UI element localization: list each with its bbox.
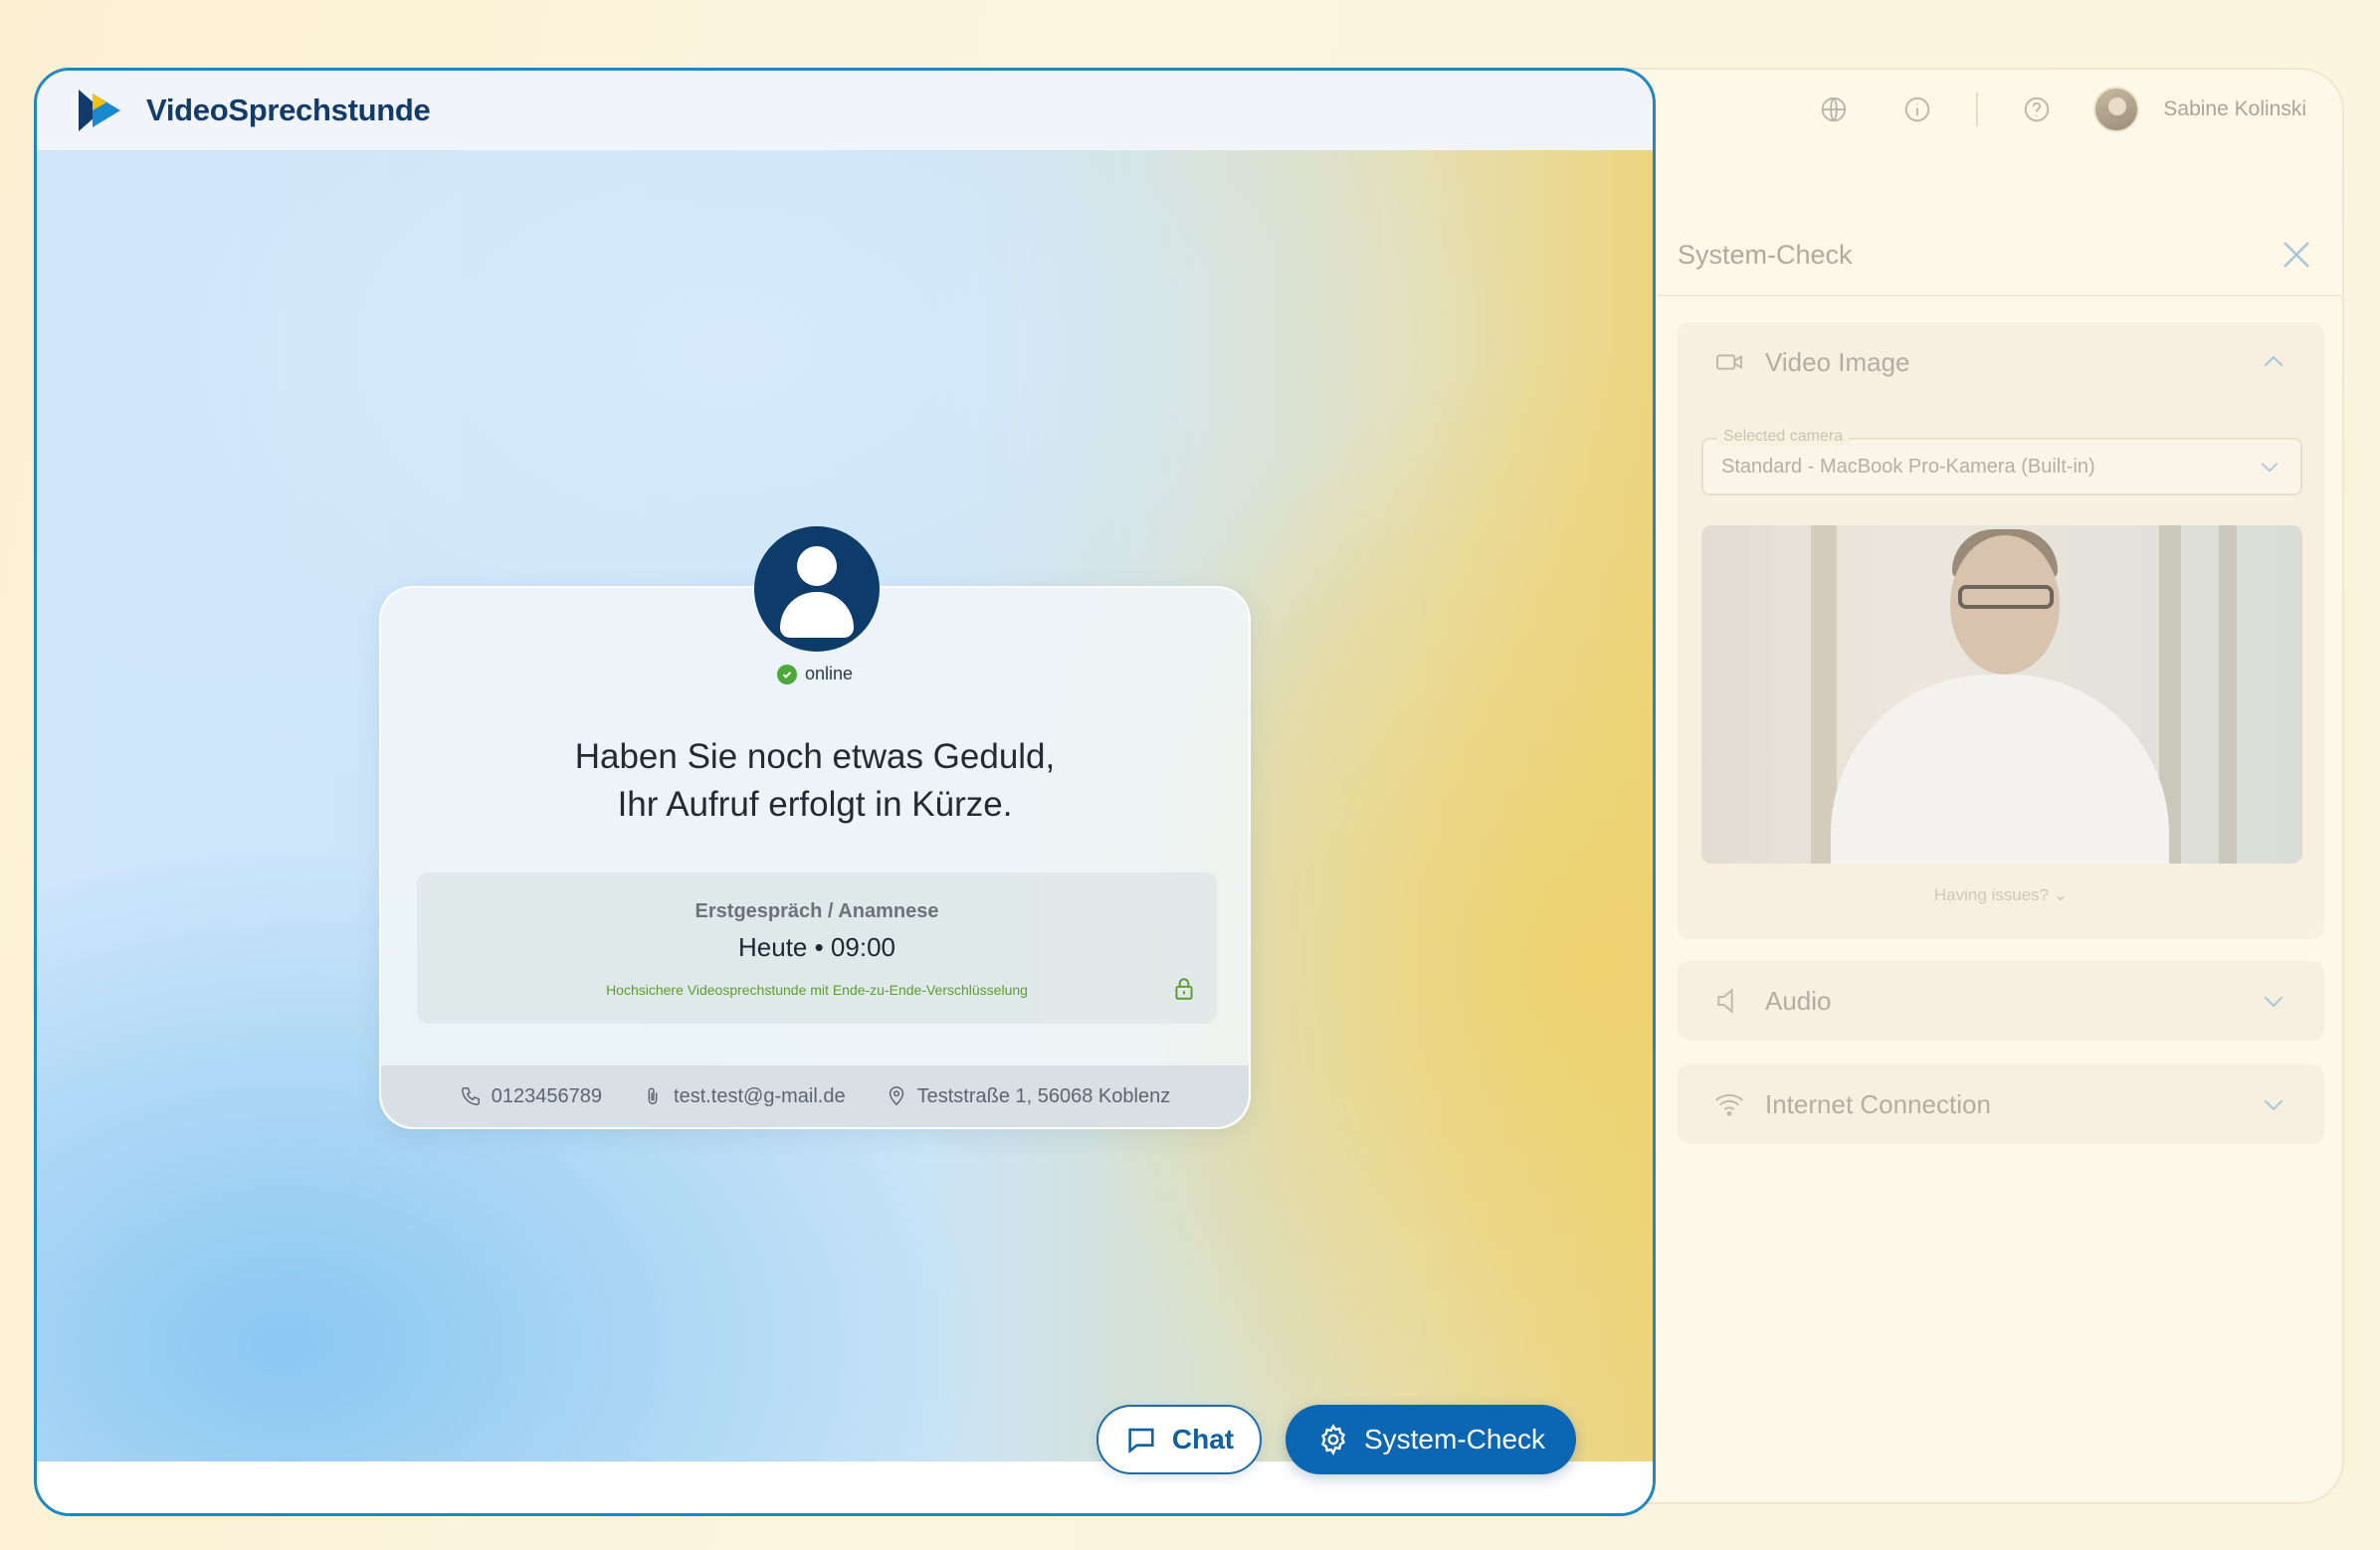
appointment-box: Erstgespräch / Anamnese Heute • 09:00 Ho… bbox=[417, 872, 1217, 1024]
system-check-window: Sabine Kolinski System-Check Video Image… bbox=[1552, 68, 2344, 1504]
contact-phone[interactable]: 0123456789 bbox=[460, 1085, 602, 1108]
system-check-button[interactable]: System-Check bbox=[1286, 1405, 1576, 1474]
chat-button[interactable]: Chat bbox=[1096, 1405, 1262, 1474]
chevron-down-icon bbox=[2261, 463, 2279, 473]
internet-section-header[interactable]: Internet Connection bbox=[1678, 1065, 2324, 1144]
video-section-label: Video Image bbox=[1765, 346, 1910, 377]
chat-button-label: Chat bbox=[1171, 1424, 1235, 1454]
wifi-icon bbox=[1715, 1093, 1743, 1116]
contact-address-text: Teststraße 1, 56068 Koblenz bbox=[916, 1084, 1171, 1107]
phone-icon bbox=[461, 1087, 480, 1105]
camera-preview-image bbox=[1701, 525, 2302, 864]
appointment-type: Erstgespräch / Anamnese bbox=[694, 900, 939, 922]
waiting-card: online Haben Sie noch etwas Geduld, Ihr … bbox=[379, 526, 1251, 1129]
system-check-header: System-Check bbox=[1678, 237, 2314, 273]
waiting-stage: online Haben Sie noch etwas Geduld, Ihr … bbox=[37, 150, 1653, 1461]
camera-select[interactable]: Selected camera Standard - MacBook Pro-K… bbox=[1701, 428, 2302, 495]
lock-icon bbox=[1175, 978, 1193, 1000]
practitioner-avatar-icon bbox=[754, 526, 880, 652]
video-section-header[interactable]: Video Image bbox=[1678, 322, 2324, 402]
attachment-icon bbox=[648, 1087, 658, 1105]
chevron-down-icon[interactable] bbox=[2259, 1089, 2288, 1119]
camera-select-value: Standard - MacBook Pro-Kamera (Built-in) bbox=[1721, 455, 2095, 478]
info-icon[interactable] bbox=[1896, 89, 1938, 130]
chat-bubble-icon bbox=[1128, 1428, 1154, 1453]
online-status: online bbox=[381, 664, 1249, 684]
video-section: Video Image Selected camera Standard - M… bbox=[1678, 322, 2324, 939]
panel-divider bbox=[1658, 294, 2344, 296]
audio-section-label: Audio bbox=[1765, 985, 1832, 1016]
system-check-button-label: System-Check bbox=[1363, 1424, 1546, 1454]
topbar-separator bbox=[1976, 93, 1979, 126]
waiting-message-line2: Ihr Aufruf erfolgt in Kürze. bbox=[617, 785, 1013, 824]
user-name[interactable]: Sabine Kolinski bbox=[2163, 97, 2306, 121]
chevron-down-icon: ⌄ bbox=[2053, 885, 2069, 904]
audio-section[interactable]: Audio bbox=[1678, 961, 2324, 1041]
internet-section-label: Internet Connection bbox=[1765, 1088, 1991, 1119]
language-globe-icon[interactable] bbox=[1813, 89, 1855, 130]
user-avatar[interactable] bbox=[2093, 87, 2140, 132]
audio-section-header[interactable]: Audio bbox=[1678, 961, 2324, 1041]
online-status-label: online bbox=[804, 664, 854, 683]
waiting-message-line1: Haben Sie noch etwas Geduld, bbox=[574, 737, 1056, 776]
gear-icon bbox=[1320, 1424, 1345, 1455]
side-topbar: Sabine Kolinski bbox=[1552, 70, 2342, 149]
brand-name: VideoSprechstunde bbox=[146, 93, 431, 127]
close-icon[interactable] bbox=[2279, 237, 2314, 273]
video-camera-icon bbox=[1716, 354, 1742, 370]
contact-address[interactable]: Teststraße 1, 56068 Koblenz bbox=[886, 1084, 1171, 1108]
chevron-up-icon[interactable] bbox=[2259, 347, 2288, 377]
having-issues-label: Having issues? bbox=[1933, 885, 2050, 904]
check-icon bbox=[776, 664, 797, 684]
having-issues-link[interactable]: Having issues? ⌄ bbox=[1678, 885, 2324, 905]
brand-logo-icon bbox=[79, 90, 120, 131]
contact-phone-text: 0123456789 bbox=[491, 1084, 603, 1107]
appointment-time: Heute • 09:00 bbox=[738, 932, 895, 962]
camera-select-legend: Selected camera bbox=[1717, 428, 1850, 446]
chevron-down-icon[interactable] bbox=[2259, 986, 2288, 1016]
contact-footer: 0123456789 test.test@g-mail.de Teststraß… bbox=[381, 1066, 1249, 1127]
system-check-title: System-Check bbox=[1678, 239, 1853, 270]
waiting-room-window: VideoSprechstunde online Haben Sie noch … bbox=[34, 68, 1656, 1516]
waiting-message: Haben Sie noch etwas Geduld, Ihr Aufruf … bbox=[381, 733, 1249, 829]
internet-section[interactable]: Internet Connection bbox=[1678, 1065, 2324, 1144]
security-note: Hochsichere Videosprechstunde mit Ende-z… bbox=[606, 982, 1028, 998]
speaker-icon bbox=[1717, 988, 1733, 1014]
contact-email-text: test.test@g-mail.de bbox=[674, 1084, 846, 1107]
app-header: VideoSprechstunde bbox=[37, 71, 1653, 150]
help-icon[interactable] bbox=[2016, 89, 2058, 130]
contact-email[interactable]: test.test@g-mail.de bbox=[642, 1085, 846, 1108]
location-pin-icon bbox=[889, 1086, 903, 1106]
